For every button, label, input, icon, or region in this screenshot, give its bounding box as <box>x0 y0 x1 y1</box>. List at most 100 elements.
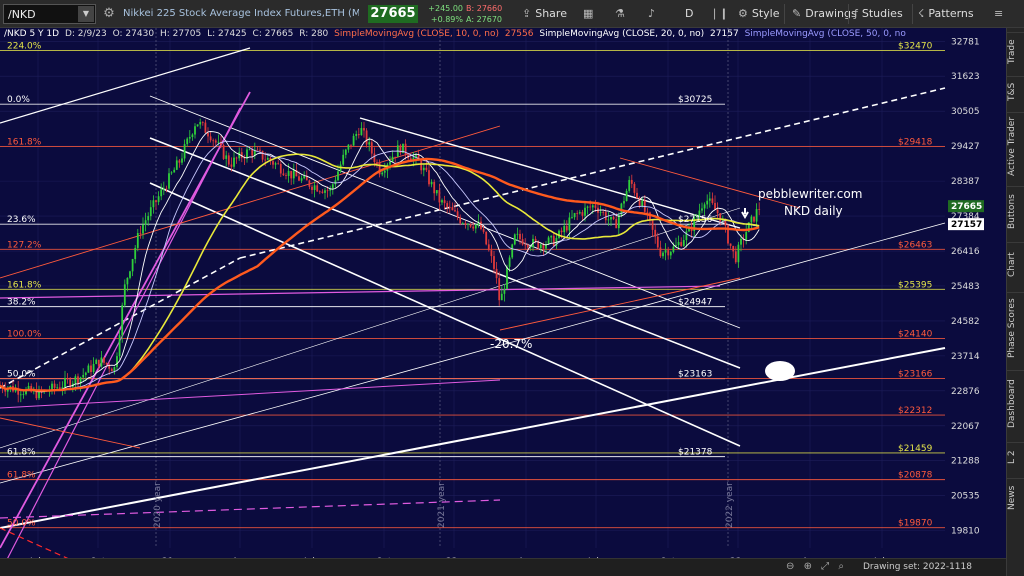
zoom-out-icon[interactable]: ⊖ <box>786 561 794 572</box>
candle-body <box>474 224 477 229</box>
candle-body <box>521 239 524 245</box>
candle-body <box>425 167 428 171</box>
chart-toolbar: /NKD ▼ ⚙ Nikkei 225 Stock Average Index … <box>0 0 1024 28</box>
bottom-bar: ⊖ ⊕ ⤢ ⌕ Drawing set: 2022-1118 <box>0 558 1006 576</box>
candle-body <box>615 219 618 229</box>
fib-price-label: $23163 <box>678 370 712 380</box>
drawings-button[interactable]: ✎ Drawings <box>792 4 857 24</box>
info-volume: R: 280 <box>299 29 329 39</box>
candle-body <box>311 186 313 190</box>
candle-body <box>272 161 274 165</box>
sidebar-tab-news[interactable]: News <box>1007 478 1024 516</box>
candle-body <box>90 365 92 373</box>
candle-body <box>433 181 436 194</box>
candle-body <box>66 378 69 380</box>
menu-button[interactable]: ≡ <box>994 4 1007 24</box>
candle-body <box>493 256 495 269</box>
fib-percent-label: 61.8% <box>7 448 36 458</box>
fit-icon[interactable]: ⤢ <box>821 561 829 572</box>
symbol-selector[interactable]: /NKD ▼ <box>3 4 96 24</box>
fib-price-label: $27156 <box>678 215 713 225</box>
candle-body <box>758 209 761 210</box>
candle-body <box>542 244 545 249</box>
style-button[interactable]: ⚙ Style <box>738 4 780 24</box>
sidebar-tab-active-trader[interactable]: Active Trader <box>1007 112 1024 180</box>
sidebar-tab-phase-scores[interactable]: Phase Scores <box>1007 292 1024 364</box>
candle-body <box>623 201 625 204</box>
fib-price-label: $29418 <box>898 137 933 147</box>
candle-body <box>607 219 610 221</box>
price-tag-label: 27157 <box>951 220 982 230</box>
candle-body <box>599 211 602 213</box>
candle-body <box>456 211 459 218</box>
candle-body <box>560 230 563 233</box>
sidebar-tab-trade[interactable]: Trade <box>1007 32 1024 70</box>
share-button[interactable]: ⇪ Share <box>522 4 567 24</box>
candle-body <box>604 212 607 221</box>
candle-body <box>714 202 716 210</box>
candle-body <box>656 236 659 248</box>
sidebar-tab-l-2[interactable]: L 2 <box>1007 442 1024 472</box>
candle-body <box>568 217 571 231</box>
candle-body <box>485 231 488 245</box>
info-low: L: 27425 <box>207 29 247 39</box>
candle-body <box>628 179 631 191</box>
grid-button[interactable]: ▦ <box>583 4 597 24</box>
drawing-set-label[interactable]: Drawing set: 2022-1118 <box>863 562 972 572</box>
candle-body <box>685 231 688 241</box>
gear-icon[interactable]: ⚙ <box>100 5 118 23</box>
candle-body <box>121 305 124 336</box>
candle-body <box>734 251 737 263</box>
candle-body <box>298 176 300 181</box>
candle-body <box>217 141 220 143</box>
candle-body <box>194 126 196 135</box>
candle-body <box>677 242 680 246</box>
candle-body <box>586 206 589 208</box>
candle-body <box>326 190 329 192</box>
candle-body <box>383 170 386 173</box>
candle-body <box>152 200 155 208</box>
candle-body <box>602 211 605 213</box>
price-chart[interactable]: 3278131623305052942728387273842641625483… <box>0 28 1006 576</box>
candle-body <box>178 160 181 163</box>
candle-body <box>716 209 719 214</box>
candle-body <box>516 233 519 235</box>
magnifier-icon[interactable]: ⌕ <box>838 561 844 572</box>
candle-body <box>750 216 753 223</box>
sidebar-tab-buttons[interactable]: Buttons <box>1007 186 1024 236</box>
candle-body <box>160 189 163 197</box>
sidebar-tab-chart[interactable]: Chart <box>1007 242 1024 286</box>
candle-body <box>482 229 485 232</box>
flask-button[interactable]: ⚗ <box>615 4 629 24</box>
candle-body <box>337 171 339 181</box>
sidebar-tab-t-s[interactable]: T&S <box>1007 76 1024 106</box>
candle-body <box>84 372 87 375</box>
candles-icon: ❘❙ <box>710 7 729 20</box>
bell-button[interactable]: ♪ <box>648 4 659 24</box>
candle-body <box>360 128 363 136</box>
drawdown-annotation: -20.7% <box>490 337 532 351</box>
studies-button[interactable]: ƒ Studies <box>854 4 903 24</box>
candle-body <box>667 250 670 256</box>
info-close: C: 27665 <box>252 29 294 39</box>
candle-body <box>539 244 542 249</box>
candle-body <box>682 240 685 246</box>
info-high: H: 27705 <box>159 29 202 39</box>
candle-body <box>147 216 150 221</box>
period-button[interactable]: D <box>685 4 693 24</box>
candle-body <box>222 145 225 159</box>
chevron-down-icon[interactable]: ▼ <box>78 6 94 22</box>
change-percent: +0.89% <box>430 15 463 24</box>
candle-body <box>636 192 638 198</box>
candle-body <box>630 179 633 184</box>
chart-type-button[interactable]: ❘❙ <box>710 4 732 24</box>
bid-ask: B: 27660 A: 27670 <box>466 3 508 25</box>
target-marker <box>765 361 795 381</box>
price-axis-label: 26416 <box>951 247 980 257</box>
patterns-button[interactable]: ☇ Patterns <box>918 4 974 24</box>
candle-body <box>578 212 581 214</box>
chart-window: /NKD ▼ ⚙ Nikkei 225 Stock Average Index … <box>0 0 1024 576</box>
sidebar-tab-dashboard[interactable]: Dashboard <box>1007 370 1024 436</box>
zoom-in-icon[interactable]: ⊕ <box>804 561 812 572</box>
candle-body <box>142 224 144 234</box>
